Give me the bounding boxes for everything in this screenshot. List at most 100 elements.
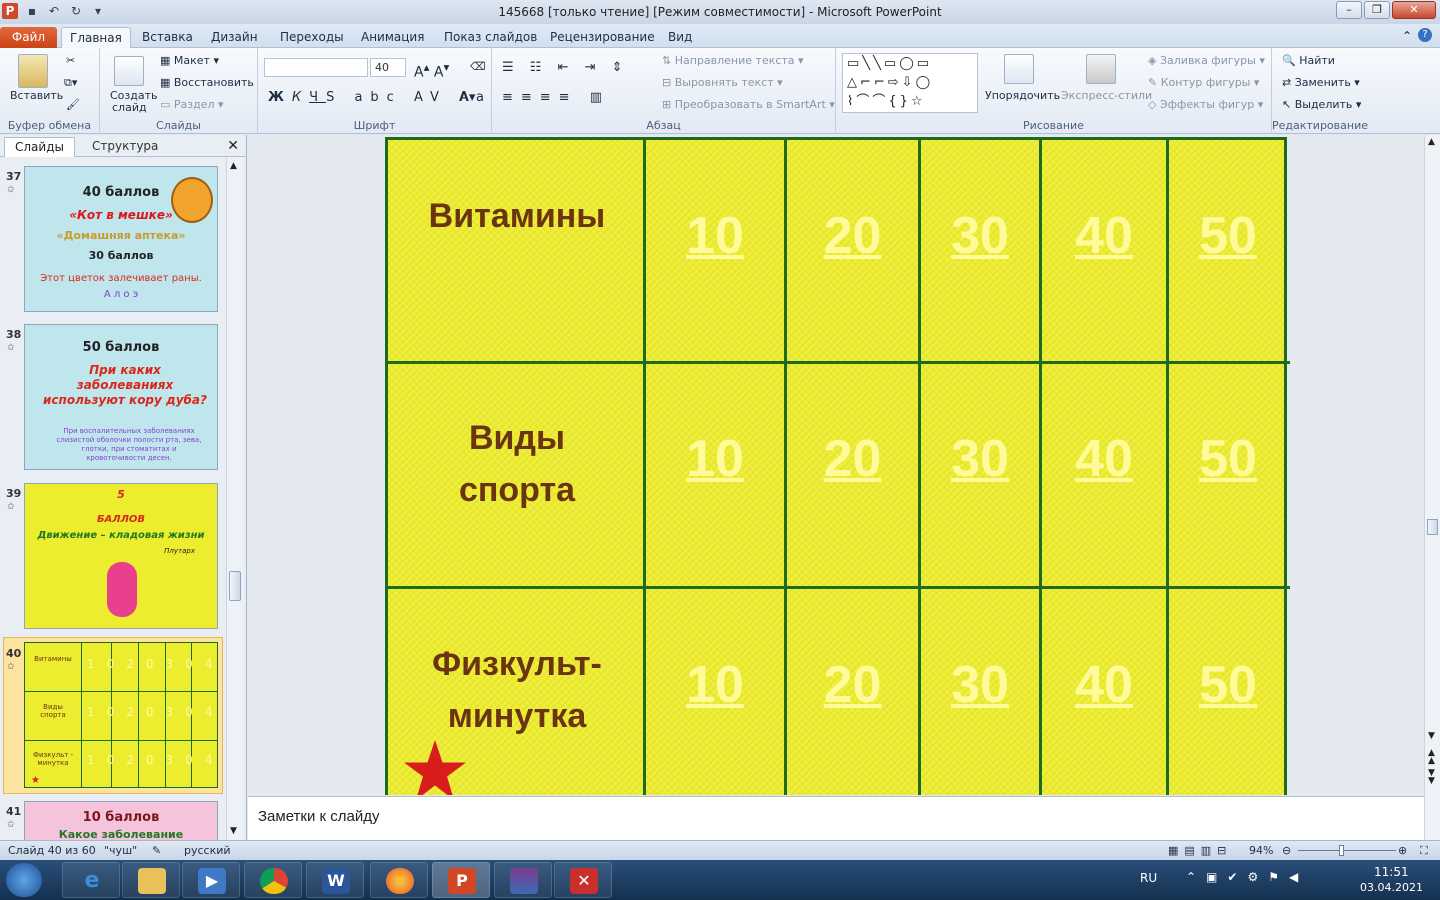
zoom-level[interactable]: 94% [1249, 844, 1273, 857]
zoom-slider-thumb[interactable] [1339, 845, 1344, 856]
tab-home[interactable]: Главная [61, 27, 131, 48]
taskbar-media[interactable]: ▶ [182, 862, 240, 898]
taskbar-firefox[interactable] [370, 862, 428, 898]
arrange-button[interactable]: Упорядочить [985, 89, 1060, 102]
prev-slide-icon[interactable]: ▲ ▲ [1428, 749, 1435, 766]
clock-time[interactable]: 11:51 [1374, 865, 1409, 879]
sports-40-link[interactable]: 40 [1042, 429, 1166, 489]
break-10-link[interactable]: 10 [646, 655, 784, 715]
break-30-link[interactable]: 30 [921, 655, 1039, 715]
clock-date[interactable]: 03.04.2021 [1360, 881, 1423, 894]
spellcheck-icon[interactable]: ✎ [152, 844, 161, 857]
editor-scrollbar[interactable]: ▲ ▼ ▲ ▲ ▼ ▼ [1424, 135, 1440, 840]
slide-thumb-41[interactable]: 10 баллов Какое заболевание [24, 801, 218, 840]
sports-10-link[interactable]: 10 [646, 429, 784, 489]
slide-thumb-37[interactable]: 40 баллов «Кот в мешке» «Домашняя аптека… [24, 166, 218, 312]
help-icon[interactable]: ? [1418, 28, 1432, 42]
close-panel-icon[interactable]: ✕ [227, 138, 239, 154]
font-style-buttons[interactable]: ЖКЧS abc AV Aa [268, 90, 492, 105]
tab-slideshow[interactable]: Показ слайдов [436, 27, 545, 48]
section-button[interactable]: ▭ Раздел ▾ [160, 98, 224, 111]
sports-50-link[interactable]: 50 [1169, 429, 1287, 489]
vitamins-50-link[interactable]: 50 [1169, 206, 1287, 266]
taskbar-chrome[interactable] [244, 862, 302, 898]
scroll-down-icon[interactable]: ▼ [1428, 731, 1435, 741]
vitamins-10-link[interactable]: 10 [646, 206, 784, 266]
cut-icon[interactable]: ✂ [66, 54, 75, 67]
layout-button[interactable]: ▦ Макет ▾ [160, 54, 219, 67]
tray-icons[interactable]: ⌃▣✔⚙⚑◀ [1186, 870, 1308, 884]
scroll-down-icon[interactable]: ▼ [230, 826, 237, 836]
scroll-thumb[interactable] [229, 571, 241, 601]
break-20-link[interactable]: 20 [787, 655, 918, 715]
vitamins-40-link[interactable]: 40 [1042, 206, 1166, 266]
close-button[interactable]: ✕ [1392, 1, 1436, 19]
find-button[interactable]: 🔍 Найти [1282, 54, 1335, 67]
select-button[interactable]: ↖ Выделить ▾ [1282, 98, 1361, 111]
taskbar-powerpoint[interactable]: P [432, 862, 490, 898]
vitamins-20-link[interactable]: 20 [787, 206, 918, 266]
quick-styles-button[interactable]: Экспресс-стили [1061, 89, 1152, 102]
scroll-up-icon[interactable]: ▲ [1428, 137, 1435, 147]
break-40-link[interactable]: 40 [1042, 655, 1166, 715]
slide-thumb-39[interactable]: 5 БАЛЛОВ Движение – кладовая жизни Плута… [24, 483, 218, 629]
slide-thumb-40[interactable]: Витамины Виды спорта Физкульт - минутка … [24, 642, 218, 788]
tab-insert[interactable]: Вставка [134, 27, 201, 48]
format-painter-icon[interactable]: 🖌 [66, 98, 80, 111]
shape-fill-button[interactable]: ◈ Заливка фигуры ▾ [1148, 54, 1265, 67]
align-buttons[interactable]: ≡≡≡≡ ▥ [502, 90, 610, 105]
tab-view[interactable]: Вид [660, 27, 700, 48]
tab-slides-panel[interactable]: Слайды [4, 137, 75, 157]
new-slide-icon[interactable] [114, 56, 144, 86]
taskbar-app[interactable]: ✕ [554, 862, 612, 898]
taskbar-winrar[interactable] [494, 862, 552, 898]
align-text-button[interactable]: ⊟ Выровнять текст ▾ [662, 76, 783, 89]
input-language[interactable]: RU [1140, 871, 1157, 885]
tab-design[interactable]: Дизайн [203, 27, 266, 48]
tab-outline-panel[interactable]: Структура [82, 137, 168, 157]
text-direction-button[interactable]: ⇅ Направление текста ▾ [662, 54, 804, 67]
reset-button[interactable]: ▦ Восстановить [160, 76, 254, 89]
font-name-field[interactable] [264, 58, 368, 77]
list-buttons[interactable]: ☰ ☷ ⇤ ⇥ ⇕ [502, 60, 629, 75]
fit-slide-icon[interactable]: ⛶ [1420, 844, 1428, 858]
grow-font-icon[interactable]: A▴ A▾ [414, 60, 449, 81]
scroll-thumb[interactable] [1427, 519, 1438, 535]
sports-30-link[interactable]: 30 [921, 429, 1039, 489]
language-indicator[interactable]: русский [184, 844, 231, 857]
vitamins-30-link[interactable]: 30 [921, 206, 1039, 266]
taskbar-ie[interactable]: e [62, 862, 120, 898]
next-slide-icon[interactable]: ▼ ▼ [1428, 769, 1435, 786]
shape-outline-button[interactable]: ✎ Контур фигуры ▾ [1148, 76, 1259, 89]
start-button[interactable] [6, 863, 42, 897]
sports-20-link[interactable]: 20 [787, 429, 918, 489]
shape-effects-button[interactable]: ◇ Эффекты фигур ▾ [1148, 98, 1263, 111]
minimize-ribbon-icon[interactable]: ⌃ [1402, 29, 1412, 43]
notes-pane[interactable]: Заметки к слайду [248, 796, 1424, 840]
taskbar-word[interactable]: W [306, 862, 364, 898]
slide-thumb-38[interactable]: 50 баллов При каких заболеваниях использ… [24, 324, 218, 470]
paste-icon[interactable] [18, 54, 48, 88]
arrange-icon[interactable] [1004, 54, 1034, 84]
tab-file[interactable]: Файл [0, 27, 57, 48]
slides-panel-scrollbar[interactable]: ▲ ▼ [226, 157, 243, 840]
smartart-button[interactable]: ⊞ Преобразовать в SmartArt ▾ [662, 98, 835, 111]
view-buttons[interactable]: ▦▤▥⊟ [1168, 844, 1232, 857]
font-color-icon[interactable]: A▾ [460, 90, 475, 105]
clear-format-icon[interactable]: ⌫ [470, 60, 486, 73]
zoom-in-icon[interactable]: ⊕ [1398, 844, 1407, 857]
minimize-button[interactable]: – [1336, 1, 1362, 19]
taskbar-explorer[interactable] [122, 862, 180, 898]
maximize-button[interactable]: ❐ [1364, 1, 1390, 19]
quick-styles-icon[interactable] [1086, 54, 1116, 84]
notes-placeholder[interactable]: Заметки к слайду [258, 808, 380, 825]
replace-button[interactable]: ⇄ Заменить ▾ [1282, 76, 1360, 89]
tab-animation[interactable]: Анимация [353, 27, 432, 48]
tab-review[interactable]: Рецензирование [542, 27, 663, 48]
font-size-field[interactable]: 40 [370, 58, 406, 77]
break-50-link[interactable]: 50 [1169, 655, 1287, 715]
tab-transitions[interactable]: Переходы [272, 27, 352, 48]
copy-icon[interactable]: ⧉▾ [64, 76, 77, 90]
zoom-slider[interactable] [1298, 850, 1396, 851]
paste-button[interactable]: Вставить [10, 89, 63, 102]
